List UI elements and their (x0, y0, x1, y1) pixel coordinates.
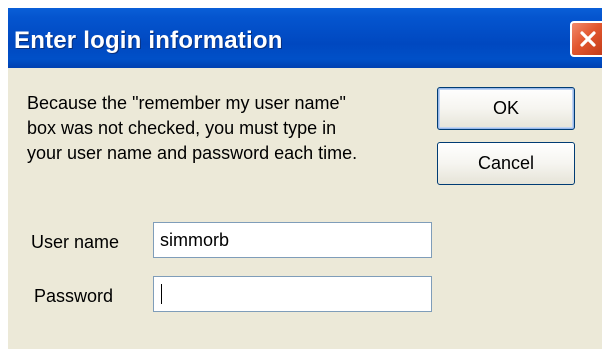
info-message: Because the "remember my user name" box … (27, 93, 358, 163)
close-button[interactable] (570, 21, 602, 57)
password-label: Password (34, 286, 114, 306)
login-dialog: Enter login information Because the "rem… (8, 8, 602, 349)
text-caret (161, 284, 162, 304)
close-icon (580, 31, 596, 47)
username-input[interactable]: simmorb (153, 222, 432, 258)
username-label: User name (31, 232, 120, 252)
password-input[interactable] (153, 276, 432, 312)
title-bar[interactable]: Enter login information (8, 8, 602, 68)
cancel-button[interactable]: Cancel (437, 142, 575, 185)
username-value: simmorb (160, 230, 230, 250)
ok-button[interactable]: OK (437, 87, 575, 130)
dialog-title: Enter login information (14, 27, 283, 54)
